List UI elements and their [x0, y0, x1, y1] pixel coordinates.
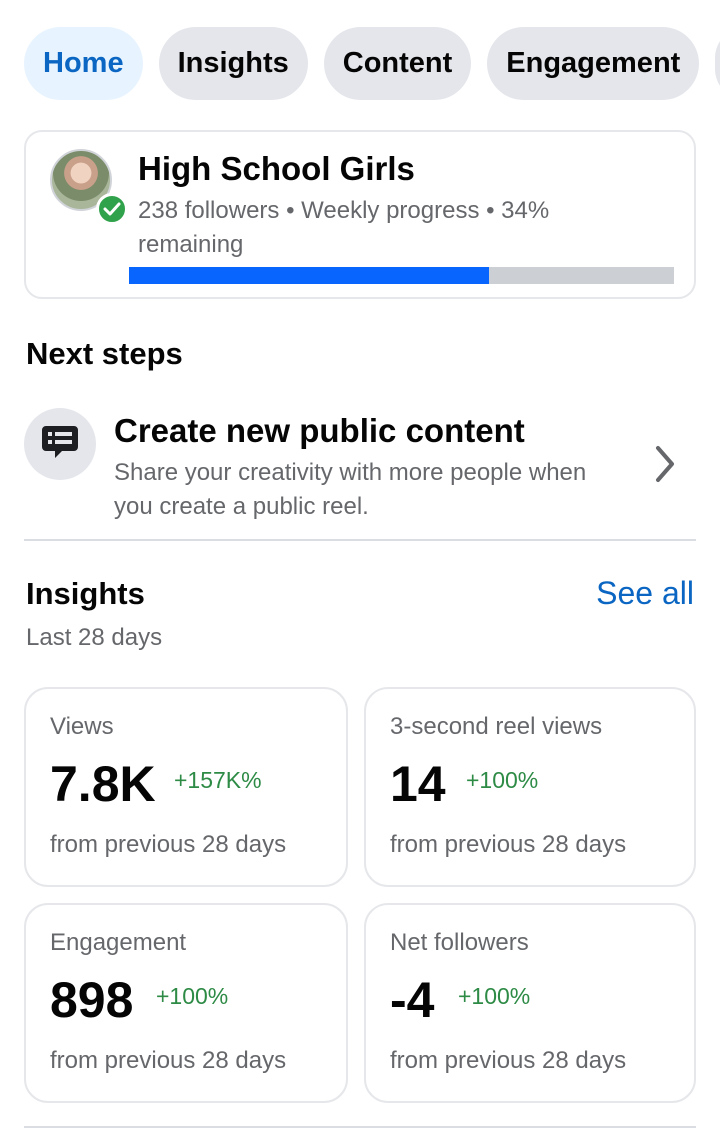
metric-value: 7.8K: [50, 756, 156, 812]
weekly-progress-bar: [129, 267, 674, 284]
metric-card-net-followers[interactable]: Net followers -4 +100% from previous 28 …: [364, 903, 696, 1103]
create-content-step[interactable]: Create new public content Share your cre…: [24, 398, 696, 540]
section-divider: [24, 539, 696, 541]
metric-change: +100%: [156, 983, 229, 1009]
metric-card-reel-views[interactable]: 3-second reel views 14 +100% from previo…: [364, 687, 696, 887]
metric-change: +100%: [466, 767, 539, 793]
metric-value: -4: [390, 972, 435, 1028]
metric-card-engagement[interactable]: Engagement 898 +100% from previous 28 da…: [24, 903, 348, 1103]
metric-label: Net followers: [390, 929, 529, 956]
insights-heading: Insights: [26, 576, 145, 611]
metric-label: 3-second reel views: [390, 713, 603, 740]
bottom-divider: [24, 1126, 696, 1128]
tab-content[interactable]: Content: [323, 27, 472, 100]
tab-more[interactable]: M: [715, 27, 720, 100]
metric-label: Engagement: [50, 929, 187, 956]
profile-name: High School Girls: [138, 150, 415, 187]
metric-label: Views: [50, 713, 114, 740]
metric-comparison: from previous 28 days: [50, 1047, 287, 1074]
comment-text-icon: [40, 423, 80, 466]
metric-comparison: from previous 28 days: [390, 1047, 627, 1074]
profile-meta: 238 followers • Weekly progress • 34% re…: [138, 197, 550, 258]
insights-period: Last 28 days: [26, 624, 163, 651]
tab-engagement[interactable]: Engagement: [487, 27, 700, 100]
metric-card-views[interactable]: Views 7.8K +157K% from previous 28 days: [24, 687, 348, 887]
metric-change: +157K%: [174, 767, 262, 793]
tab-insights[interactable]: Insights: [158, 27, 308, 100]
metric-change: +100%: [458, 983, 531, 1009]
metric-value: 14: [390, 756, 446, 812]
verified-check-icon: [96, 193, 128, 225]
step-description: Share your creativity with more people w…: [114, 459, 587, 520]
weekly-progress-fill: [129, 267, 489, 284]
metric-comparison: from previous 28 days: [50, 831, 287, 858]
metric-comparison: from previous 28 days: [390, 831, 627, 858]
tab-home[interactable]: Home: [24, 27, 143, 100]
next-steps-heading: Next steps: [26, 336, 183, 371]
profile-card[interactable]: High School Girls 238 followers • Weekly…: [24, 130, 696, 299]
chevron-right-icon[interactable]: [654, 444, 676, 489]
see-all-link[interactable]: See all: [596, 575, 694, 612]
metric-value: 898: [50, 972, 134, 1028]
top-tab-bar: Home Insights Content Engagement M: [24, 27, 720, 101]
step-icon-circle: [24, 408, 96, 480]
step-title: Create new public content: [114, 412, 525, 449]
avatar-container: [50, 149, 128, 225]
